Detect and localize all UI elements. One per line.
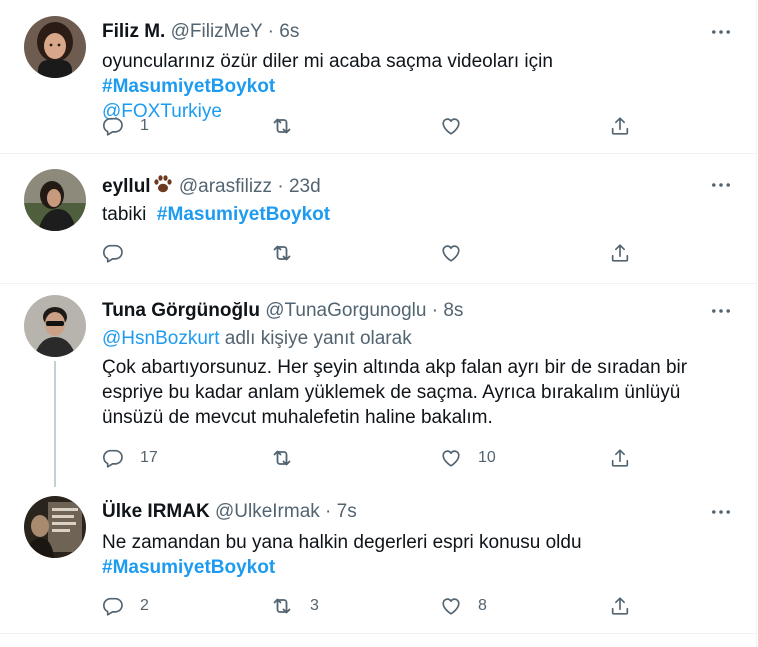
hashtag-link[interactable]: #MasumiyetBoykot bbox=[102, 557, 275, 578]
tweet-header: Filiz M. @FilizMeY · 6s bbox=[102, 20, 696, 44]
tweet-header: eyllul @arasfilizz · 23d bbox=[102, 173, 696, 197]
tweet-text-content: tabiki bbox=[102, 204, 147, 225]
retweet-icon bbox=[270, 241, 294, 265]
reply-count: 2 bbox=[140, 597, 149, 614]
like-icon bbox=[440, 242, 462, 264]
reply-count: 17 bbox=[140, 449, 158, 466]
tweet-feed: Filiz M. @FilizMeY · 6s oyuncularınız öz… bbox=[0, 0, 757, 647]
display-name[interactable]: Ülke IRMAK bbox=[102, 501, 210, 522]
like-button[interactable] bbox=[440, 113, 478, 139]
separator: · bbox=[431, 300, 439, 321]
retweet-button[interactable]: 3 bbox=[270, 593, 319, 619]
thread-line bbox=[54, 361, 56, 487]
like-icon bbox=[440, 115, 462, 137]
avatar[interactable] bbox=[24, 295, 86, 357]
reply-icon bbox=[102, 447, 124, 469]
retweet-icon bbox=[270, 594, 294, 618]
user-handle[interactable]: @UlkeIrmak bbox=[215, 501, 320, 522]
display-name[interactable]: Filiz M. bbox=[102, 21, 165, 42]
display-name[interactable]: Tuna Görgünoğlu bbox=[102, 300, 260, 321]
tweet-text: Ne zamandan bu yana halkin degerleri esp… bbox=[102, 530, 726, 580]
reply-context: @HsnBozkurt adlı kişiye yanıt olarak bbox=[102, 327, 412, 351]
retweet-button[interactable] bbox=[270, 445, 310, 471]
like-button[interactable] bbox=[440, 240, 478, 266]
tweet-header: Tuna Görgünoğlu @TunaGorgunoglu · 8s bbox=[102, 299, 696, 323]
action-bar bbox=[102, 240, 642, 266]
tweet-text: tabiki #MasumiyetBoykot bbox=[102, 202, 726, 227]
share-icon bbox=[609, 447, 631, 469]
reply-button[interactable]: 17 bbox=[102, 445, 158, 471]
tweet[interactable]: Filiz M. @FilizMeY · 6s oyuncularınız öz… bbox=[0, 0, 756, 154]
reply-to-mention[interactable]: @HsnBozkurt bbox=[102, 328, 220, 349]
reply-icon bbox=[102, 595, 124, 617]
retweet-icon bbox=[270, 446, 294, 470]
share-button[interactable] bbox=[609, 445, 631, 471]
retweet-button[interactable] bbox=[270, 113, 310, 139]
like-button[interactable]: 10 bbox=[440, 445, 496, 471]
reply-button[interactable] bbox=[102, 240, 140, 266]
user-handle[interactable]: @arasfilizz bbox=[179, 176, 272, 197]
share-button[interactable] bbox=[609, 113, 631, 139]
more-icon[interactable] bbox=[708, 175, 734, 195]
paw-icon bbox=[152, 173, 174, 202]
share-icon bbox=[609, 595, 631, 617]
share-button[interactable] bbox=[609, 240, 631, 266]
like-count: 8 bbox=[478, 597, 487, 614]
tweet-text-content: Ne zamandan bu yana halkin degerleri esp… bbox=[102, 532, 582, 553]
action-bar: 17 10 bbox=[102, 445, 642, 471]
user-handle[interactable]: @TunaGorgunoglu bbox=[265, 300, 426, 321]
like-icon bbox=[440, 447, 462, 469]
tweet-text: Çok abartıyorsunuz. Her şeyin altında ak… bbox=[102, 357, 688, 428]
tweet[interactable]: eyllul @arasfilizz · 23d tabiki #Masumiy… bbox=[0, 154, 756, 284]
reply-icon bbox=[102, 242, 124, 264]
timestamp[interactable]: 7s bbox=[337, 501, 357, 522]
display-name[interactable]: eyllul bbox=[102, 176, 151, 197]
separator: · bbox=[325, 501, 332, 522]
timestamp[interactable]: 8s bbox=[443, 300, 463, 321]
reply-to-label: adlı kişiye yanıt olarak bbox=[224, 328, 412, 349]
like-icon bbox=[440, 595, 462, 617]
tweet-header: Ülke IRMAK @UlkeIrmak · 7s bbox=[102, 500, 696, 524]
retweet-icon bbox=[270, 114, 294, 138]
separator: · bbox=[277, 176, 284, 197]
reply-count: 1 bbox=[140, 117, 149, 134]
share-icon bbox=[609, 242, 631, 264]
like-button[interactable]: 8 bbox=[440, 593, 487, 619]
reply-button[interactable]: 2 bbox=[102, 593, 149, 619]
timestamp[interactable]: 23d bbox=[289, 176, 321, 197]
more-icon[interactable] bbox=[708, 301, 734, 321]
tweet[interactable]: Ülke IRMAK @UlkeIrmak · 7s Ne zamandan b… bbox=[0, 484, 756, 634]
tweet-text-content: oyuncularınız özür diler mi acaba saçma … bbox=[102, 51, 553, 72]
reply-icon bbox=[102, 115, 124, 137]
avatar[interactable] bbox=[24, 16, 86, 78]
avatar[interactable] bbox=[24, 169, 86, 231]
hashtag-link[interactable]: #MasumiyetBoykot bbox=[102, 76, 275, 97]
hashtag-link[interactable]: #MasumiyetBoykot bbox=[157, 204, 330, 225]
more-icon[interactable] bbox=[708, 502, 734, 522]
separator: · bbox=[267, 21, 274, 42]
retweet-button[interactable] bbox=[270, 240, 310, 266]
more-icon[interactable] bbox=[708, 22, 734, 42]
action-bar: 2 3 8 bbox=[102, 593, 642, 619]
timestamp[interactable]: 6s bbox=[279, 21, 299, 42]
action-bar: 1 bbox=[102, 113, 642, 139]
retweet-count: 3 bbox=[310, 597, 319, 614]
avatar[interactable] bbox=[24, 496, 86, 558]
like-count: 10 bbox=[478, 449, 496, 466]
reply-button[interactable]: 1 bbox=[102, 113, 149, 139]
share-button[interactable] bbox=[609, 593, 631, 619]
share-icon bbox=[609, 115, 631, 137]
user-handle[interactable]: @FilizMeY bbox=[171, 21, 263, 42]
tweet[interactable]: Tuna Görgünoğlu @TunaGorgunoglu · 8s @Hs… bbox=[0, 284, 756, 487]
